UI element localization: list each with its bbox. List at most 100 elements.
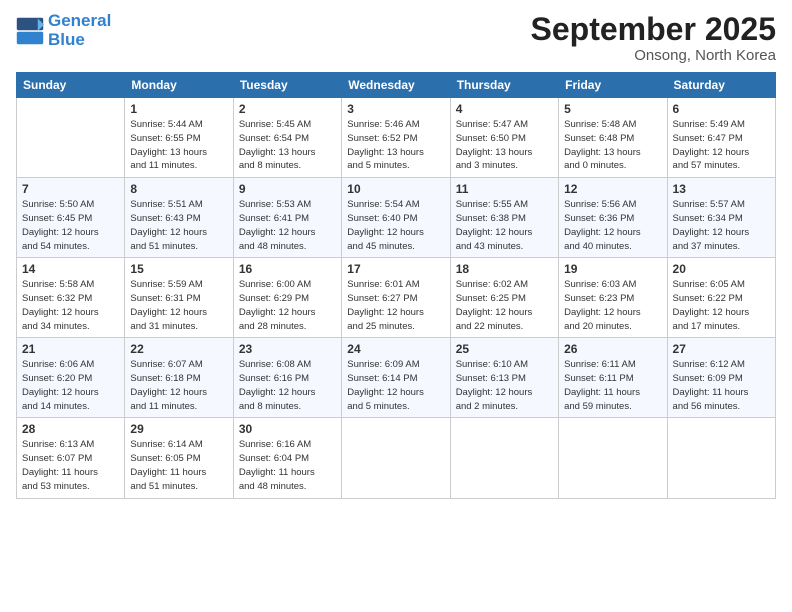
calendar-cell: 18 Sunrise: 6:02 AMSunset: 6:25 PMDayligh… <box>450 258 558 338</box>
calendar-cell: 14 Sunrise: 5:58 AMSunset: 6:32 PMDayligh… <box>17 258 125 338</box>
logo-text-line1: General <box>48 12 111 31</box>
day-number: 29 <box>130 422 227 436</box>
day-number: 7 <box>22 182 119 196</box>
day-number: 6 <box>673 102 770 116</box>
calendar-cell: 26 Sunrise: 6:11 AMSunset: 6:11 PMDayligh… <box>559 338 667 418</box>
day-info: Sunrise: 6:07 AMSunset: 6:18 PMDaylight:… <box>130 358 227 413</box>
logo-icon <box>16 17 44 45</box>
day-number: 21 <box>22 342 119 356</box>
calendar-cell: 13Sunrise: 5:57 AMSunset: 6:34 PMDayligh… <box>667 178 775 258</box>
day-number: 15 <box>130 262 227 276</box>
calendar-table: Sunday Monday Tuesday Wednesday Thursday… <box>16 72 776 498</box>
day-info: Sunrise: 5:51 AMSunset: 6:43 PMDaylight:… <box>130 198 227 253</box>
calendar-cell: 17 Sunrise: 6:01 AMSunset: 6:27 PMDayligh… <box>342 258 450 338</box>
day-number: 22 <box>130 342 227 356</box>
day-info: Sunrise: 6:10 AMSunset: 6:13 PMDaylight:… <box>456 358 553 413</box>
day-number: 5 <box>564 102 661 116</box>
calendar-cell: 19 Sunrise: 6:03 AMSunset: 6:23 PMDayligh… <box>559 258 667 338</box>
day-number: 12 <box>564 182 661 196</box>
day-info: Sunrise: 5:53 AMSunset: 6:41 PMDaylight:… <box>239 198 336 253</box>
day-number: 20 <box>673 262 770 276</box>
calendar-cell: 15 Sunrise: 5:59 AMSunset: 6:31 PMDayligh… <box>125 258 233 338</box>
calendar-cell: 27 Sunrise: 6:12 AMSunset: 6:09 PMDayligh… <box>667 338 775 418</box>
calendar-cell: 30Sunrise: 6:16 AMSunset: 6:04 PMDayligh… <box>233 418 341 498</box>
calendar-cell <box>342 418 450 498</box>
day-info: Sunrise: 6:11 AMSunset: 6:11 PMDaylight:… <box>564 358 661 413</box>
calendar-cell: 21 Sunrise: 6:06 AMSunset: 6:20 PMDayligh… <box>17 338 125 418</box>
day-number: 4 <box>456 102 553 116</box>
calendar-cell: 1Sunrise: 5:44 AMSunset: 6:55 PMDaylight… <box>125 98 233 178</box>
day-number: 11 <box>456 182 553 196</box>
calendar-cell: 22 Sunrise: 6:07 AMSunset: 6:18 PMDayligh… <box>125 338 233 418</box>
calendar-cell: 11Sunrise: 5:55 AMSunset: 6:38 PMDayligh… <box>450 178 558 258</box>
day-number: 19 <box>564 262 661 276</box>
calendar-cell: 24Sunrise: 6:09 AMSunset: 6:14 PMDayligh… <box>342 338 450 418</box>
logo: General Blue <box>16 12 111 49</box>
day-info: Sunrise: 6:03 AMSunset: 6:23 PMDaylight:… <box>564 278 661 333</box>
day-info: Sunrise: 6:05 AMSunset: 6:22 PMDaylight:… <box>673 278 770 333</box>
day-number: 18 <box>456 262 553 276</box>
day-info: Sunrise: 5:50 AMSunset: 6:45 PMDaylight:… <box>22 198 119 253</box>
calendar-cell: 6 Sunrise: 5:49 AMSunset: 6:47 PMDaylight… <box>667 98 775 178</box>
calendar-cell: 20 Sunrise: 6:05 AMSunset: 6:22 PMDayligh… <box>667 258 775 338</box>
calendar-week-3: 14 Sunrise: 5:58 AMSunset: 6:32 PMDayligh… <box>17 258 776 338</box>
day-number: 17 <box>347 262 444 276</box>
day-info: Sunrise: 5:47 AMSunset: 6:50 PMDaylight:… <box>456 118 553 173</box>
calendar-cell: 23 Sunrise: 6:08 AMSunset: 6:16 PMDayligh… <box>233 338 341 418</box>
day-info: Sunrise: 6:02 AMSunset: 6:25 PMDaylight:… <box>456 278 553 333</box>
day-info: Sunrise: 5:44 AMSunset: 6:55 PMDaylight:… <box>130 118 227 173</box>
calendar-cell <box>559 418 667 498</box>
day-info: Sunrise: 6:09 AMSunset: 6:14 PMDaylight:… <box>347 358 444 413</box>
logo-text-line2: Blue <box>48 31 111 50</box>
day-info: Sunrise: 5:48 AMSunset: 6:48 PMDaylight:… <box>564 118 661 173</box>
calendar-cell <box>667 418 775 498</box>
calendar-week-5: 28 Sunrise: 6:13 AMSunset: 6:07 PMDayligh… <box>17 418 776 498</box>
day-info: Sunrise: 5:57 AMSunset: 6:34 PMDaylight:… <box>673 198 770 253</box>
day-number: 30 <box>239 422 336 436</box>
day-info: Sunrise: 6:01 AMSunset: 6:27 PMDaylight:… <box>347 278 444 333</box>
calendar-cell: 28 Sunrise: 6:13 AMSunset: 6:07 PMDayligh… <box>17 418 125 498</box>
location: Onsong, North Korea <box>531 47 776 64</box>
calendar-cell <box>17 98 125 178</box>
day-number: 28 <box>22 422 119 436</box>
day-number: 25 <box>456 342 553 356</box>
calendar-cell: 29 Sunrise: 6:14 AMSunset: 6:05 PMDayligh… <box>125 418 233 498</box>
calendar-week-2: 7 Sunrise: 5:50 AMSunset: 6:45 PMDaylight… <box>17 178 776 258</box>
day-number: 16 <box>239 262 336 276</box>
calendar-cell: 25 Sunrise: 6:10 AMSunset: 6:13 PMDayligh… <box>450 338 558 418</box>
day-number: 9 <box>239 182 336 196</box>
col-saturday: Saturday <box>667 73 775 98</box>
calendar-cell: 2 Sunrise: 5:45 AMSunset: 6:54 PMDaylight… <box>233 98 341 178</box>
col-monday: Monday <box>125 73 233 98</box>
day-info: Sunrise: 5:49 AMSunset: 6:47 PMDaylight:… <box>673 118 770 173</box>
day-info: Sunrise: 6:06 AMSunset: 6:20 PMDaylight:… <box>22 358 119 413</box>
day-info: Sunrise: 6:12 AMSunset: 6:09 PMDaylight:… <box>673 358 770 413</box>
col-tuesday: Tuesday <box>233 73 341 98</box>
calendar-cell: 7 Sunrise: 5:50 AMSunset: 6:45 PMDaylight… <box>17 178 125 258</box>
day-info: Sunrise: 5:45 AMSunset: 6:54 PMDaylight:… <box>239 118 336 173</box>
col-thursday: Thursday <box>450 73 558 98</box>
day-info: Sunrise: 5:58 AMSunset: 6:32 PMDaylight:… <box>22 278 119 333</box>
calendar-cell: 5 Sunrise: 5:48 AMSunset: 6:48 PMDaylight… <box>559 98 667 178</box>
day-number: 2 <box>239 102 336 116</box>
calendar-cell <box>450 418 558 498</box>
day-number: 23 <box>239 342 336 356</box>
day-info: Sunrise: 6:08 AMSunset: 6:16 PMDaylight:… <box>239 358 336 413</box>
day-number: 8 <box>130 182 227 196</box>
col-sunday: Sunday <box>17 73 125 98</box>
day-number: 3 <box>347 102 444 116</box>
calendar-cell: 12Sunrise: 5:56 AMSunset: 6:36 PMDayligh… <box>559 178 667 258</box>
day-info: Sunrise: 5:59 AMSunset: 6:31 PMDaylight:… <box>130 278 227 333</box>
day-number: 26 <box>564 342 661 356</box>
calendar-header-row: Sunday Monday Tuesday Wednesday Thursday… <box>17 73 776 98</box>
day-number: 10 <box>347 182 444 196</box>
day-number: 14 <box>22 262 119 276</box>
day-info: Sunrise: 6:13 AMSunset: 6:07 PMDaylight:… <box>22 438 119 493</box>
title-block: September 2025 Onsong, North Korea <box>531 12 776 64</box>
calendar-cell: 10Sunrise: 5:54 AMSunset: 6:40 PMDayligh… <box>342 178 450 258</box>
calendar-cell: 3Sunrise: 5:46 AMSunset: 6:52 PMDaylight… <box>342 98 450 178</box>
col-wednesday: Wednesday <box>342 73 450 98</box>
day-info: Sunrise: 6:14 AMSunset: 6:05 PMDaylight:… <box>130 438 227 493</box>
day-info: Sunrise: 6:00 AMSunset: 6:29 PMDaylight:… <box>239 278 336 333</box>
day-number: 27 <box>673 342 770 356</box>
